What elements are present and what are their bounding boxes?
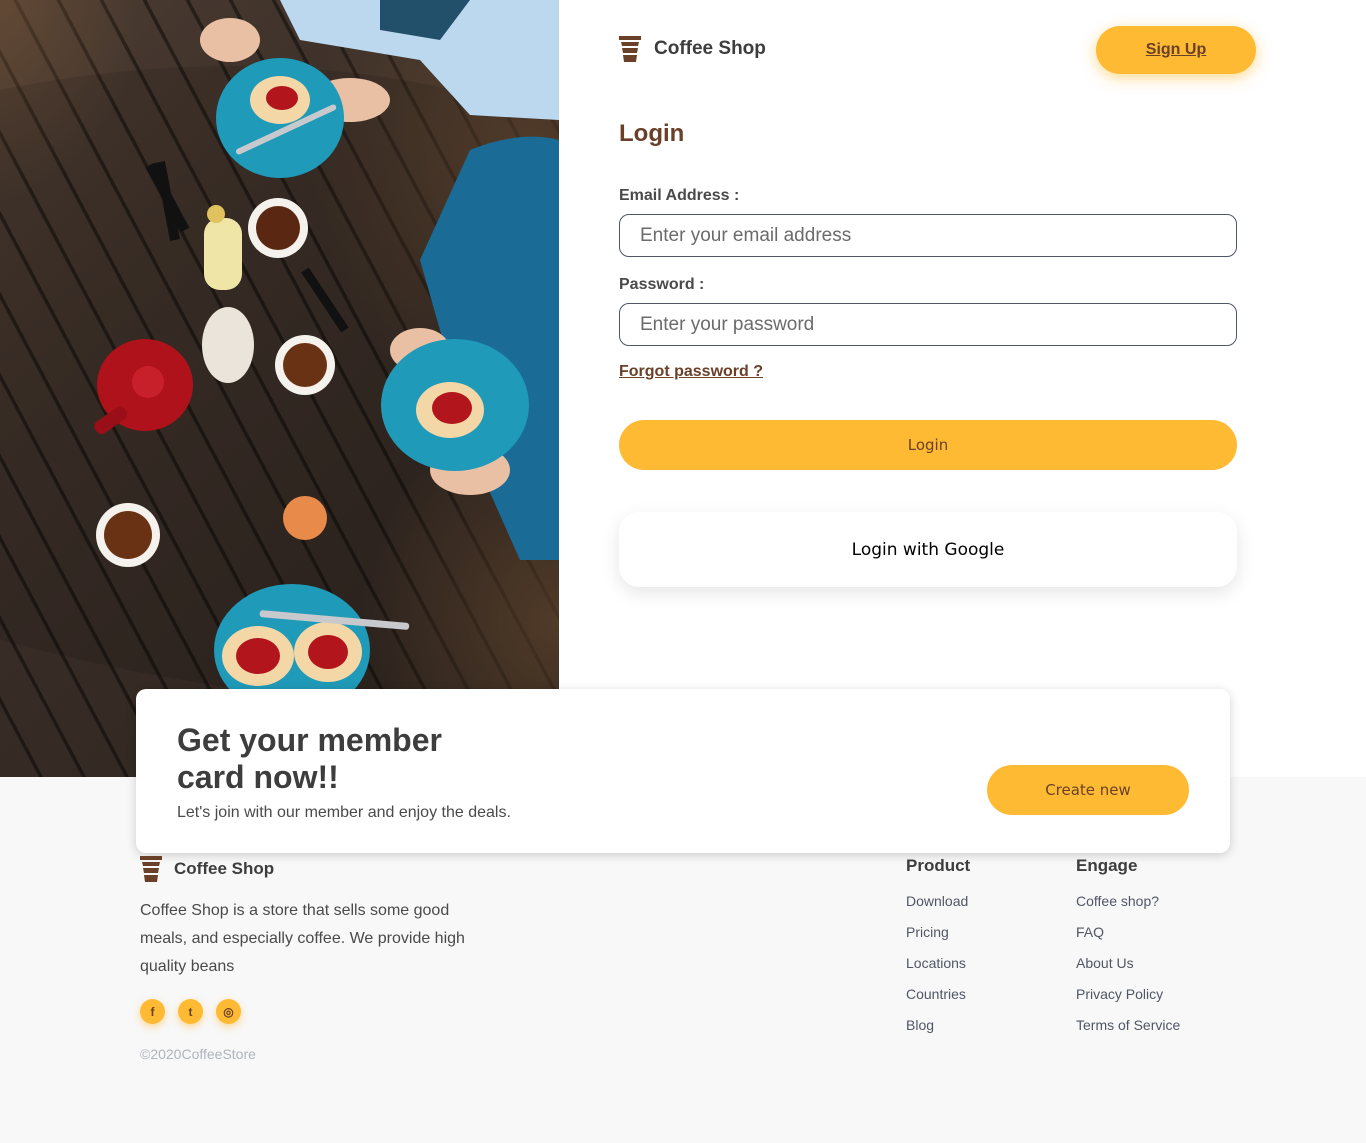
copyright: ©2020CoffeeStore xyxy=(140,1046,256,1062)
table-scene-illustration xyxy=(0,0,559,716)
footer-engage-column: Engage Coffee shop? FAQ About Us Privacy… xyxy=(1076,856,1180,1045)
social-links: f t ◎ xyxy=(140,999,241,1024)
footer-link-blog[interactable]: Blog xyxy=(906,1014,970,1045)
footer-link-locations[interactable]: Locations xyxy=(906,952,970,983)
email-label: Email Address : xyxy=(619,187,740,204)
footer-link-about-us[interactable]: About Us xyxy=(1076,952,1180,983)
footer-link-terms-of-service[interactable]: Terms of Service xyxy=(1076,1014,1180,1045)
brand-logo[interactable]: Coffee Shop xyxy=(619,36,766,62)
instagram-icon[interactable]: ◎ xyxy=(216,999,241,1024)
hero-photo xyxy=(0,0,559,777)
footer-link-countries[interactable]: Countries xyxy=(906,983,970,1014)
footer-link-faq[interactable]: FAQ xyxy=(1076,921,1180,952)
password-input[interactable] xyxy=(619,303,1237,346)
create-new-button[interactable]: Create new xyxy=(987,765,1189,815)
footer-link-download[interactable]: Download xyxy=(906,890,970,921)
footer-brand[interactable]: Coffee Shop xyxy=(140,856,274,882)
email-input[interactable] xyxy=(619,214,1237,257)
facebook-icon[interactable]: f xyxy=(140,999,165,1024)
member-card-title: Get your member card now!! xyxy=(177,722,442,795)
twitter-icon[interactable]: t xyxy=(178,999,203,1024)
coffee-cup-icon xyxy=(619,36,641,62)
footer-link-pricing[interactable]: Pricing xyxy=(906,921,970,952)
password-label: Password : xyxy=(619,276,705,293)
page-title: Login xyxy=(619,120,685,147)
brand-name: Coffee Shop xyxy=(654,38,766,59)
login-with-google-button[interactable]: Login with Google xyxy=(619,512,1237,587)
footer-brand-name: Coffee Shop xyxy=(174,859,275,878)
forgot-password-link[interactable]: Forgot password ? xyxy=(619,363,763,381)
member-card-banner: Get your member card now!! Let's join wi… xyxy=(136,689,1230,853)
footer-product-column: Product Download Pricing Locations Count… xyxy=(906,856,970,1045)
coffee-cup-icon xyxy=(140,856,162,882)
footer-engage-title: Engage xyxy=(1076,856,1138,875)
footer-description: Coffee Shop is a store that sells some g… xyxy=(140,902,465,975)
sign-up-button[interactable]: Sign Up xyxy=(1096,26,1256,74)
footer-product-title: Product xyxy=(906,856,971,875)
member-card-subtitle: Let's join with our member and enjoy the… xyxy=(177,804,511,821)
footer-link-coffee-shop[interactable]: Coffee shop? xyxy=(1076,890,1180,921)
login-button[interactable]: Login xyxy=(619,420,1237,470)
footer-link-privacy-policy[interactable]: Privacy Policy xyxy=(1076,983,1180,1014)
